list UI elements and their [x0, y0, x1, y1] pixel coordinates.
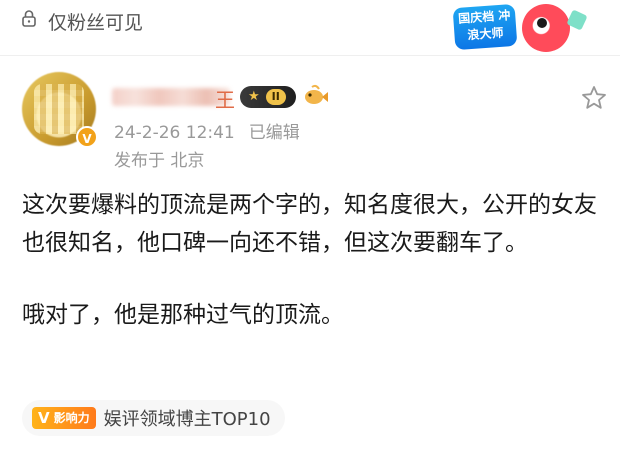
- level-badge[interactable]: ★ II: [240, 86, 296, 108]
- post-body: 这次要爆料的顶流是两个字的，知名度很大，公开的女友也很知名，他口碑一向还不错，但…: [22, 186, 608, 334]
- verified-badge-icon: V: [76, 126, 98, 148]
- lock-icon: [22, 10, 36, 27]
- top-bar: 仅粉丝可见 国庆档 冲浪大师: [0, 0, 620, 52]
- level-value: II: [265, 89, 286, 105]
- fish-icon[interactable]: [302, 84, 328, 108]
- avatar[interactable]: V: [22, 72, 98, 148]
- privacy-label: 仅粉丝可见: [48, 12, 144, 34]
- post-paragraph: 这次要爆料的顶流是两个字的，知名度很大，公开的女友也很知名，他口碑一向还不错，但…: [22, 192, 597, 256]
- promo-badge: 国庆档 冲浪大师: [452, 3, 518, 51]
- influence-badge-label: 影响力: [53, 411, 90, 425]
- post-time: 24-2-26 12:41: [114, 123, 235, 143]
- post-location: 发布于 北京: [114, 151, 205, 171]
- influence-tag-label: 娱评领域博主TOP10: [103, 409, 271, 430]
- favorite-star-icon[interactable]: [580, 84, 608, 112]
- star-badge-icon: ★: [248, 89, 260, 104]
- influence-v-icon: V: [38, 409, 50, 427]
- edited-label[interactable]: 已编辑: [249, 123, 300, 143]
- influence-badge: V 影响力: [32, 407, 96, 429]
- username-visible[interactable]: 王: [215, 84, 235, 113]
- promo-banner[interactable]: 国庆档 冲浪大师: [452, 0, 592, 60]
- post-meta: 24-2-26 12:41 已编辑: [114, 118, 314, 143]
- avatar-mosaic: [34, 84, 84, 134]
- divider: [0, 55, 620, 56]
- influence-tag[interactable]: V 影响力 娱评领域博主TOP10: [22, 400, 285, 436]
- mascot-icon: [522, 4, 570, 52]
- post-paragraph: 哦对了，他是那种过气的顶流。: [22, 302, 344, 328]
- username-blurred[interactable]: [112, 88, 230, 106]
